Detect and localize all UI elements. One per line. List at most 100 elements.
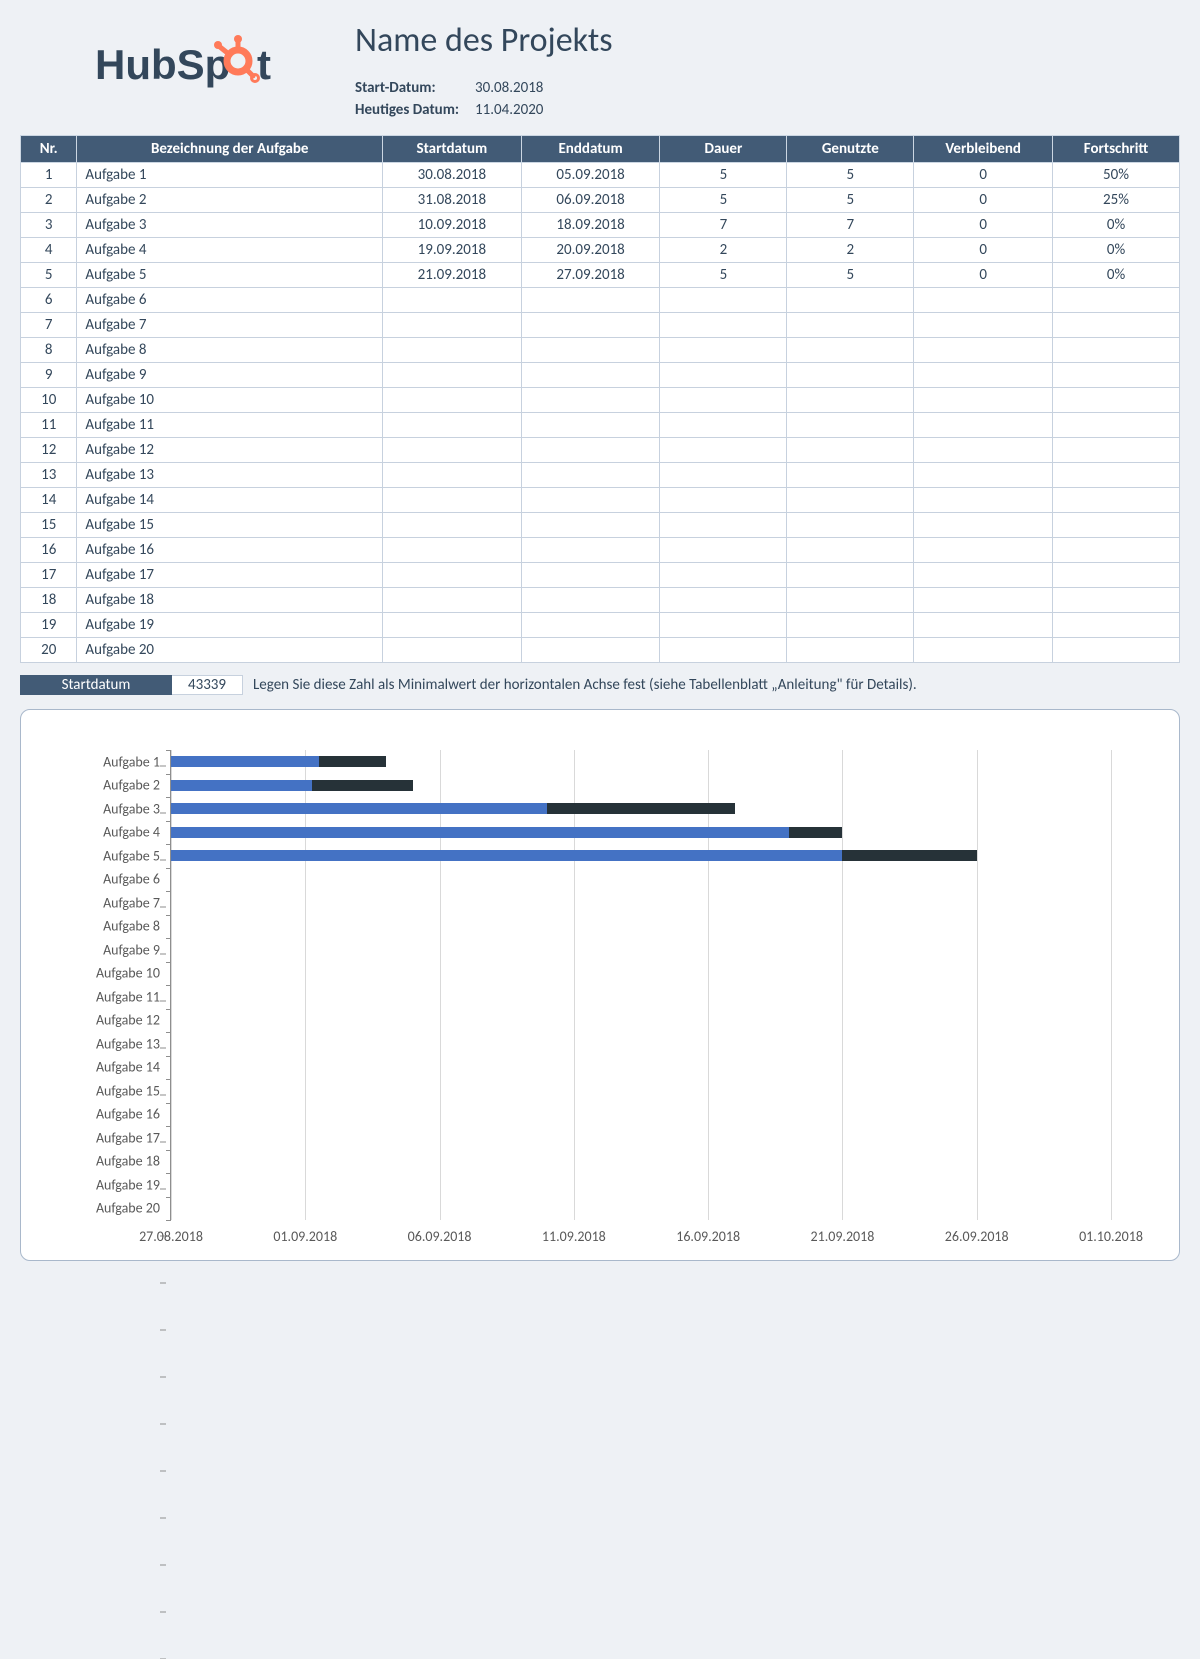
cell-rem[interactable] (914, 588, 1053, 613)
cell-prog[interactable] (1053, 588, 1180, 613)
cell-prog[interactable]: 0% (1053, 263, 1180, 288)
cell-rem[interactable] (914, 338, 1053, 363)
cell-name[interactable]: Aufgabe 2 (77, 188, 383, 213)
cell-prog[interactable] (1053, 338, 1180, 363)
cell-end[interactable] (521, 338, 660, 363)
cell-prog[interactable] (1053, 413, 1180, 438)
cell-dur[interactable]: 7 (660, 213, 787, 238)
table-row[interactable]: 20Aufgabe 20 (21, 638, 1180, 663)
cell-used[interactable]: 7 (787, 213, 914, 238)
cell-start[interactable] (383, 513, 522, 538)
cell-end[interactable] (521, 613, 660, 638)
cell-nr[interactable]: 3 (21, 213, 77, 238)
cell-start[interactable] (383, 638, 522, 663)
cell-nr[interactable]: 17 (21, 563, 77, 588)
cell-end[interactable] (521, 538, 660, 563)
cell-rem[interactable] (914, 613, 1053, 638)
cell-nr[interactable]: 14 (21, 488, 77, 513)
table-row[interactable]: 12Aufgabe 12 (21, 438, 1180, 463)
table-row[interactable]: 9Aufgabe 9 (21, 363, 1180, 388)
cell-dur[interactable] (660, 438, 787, 463)
table-row[interactable]: 17Aufgabe 17 (21, 563, 1180, 588)
cell-nr[interactable]: 5 (21, 263, 77, 288)
cell-rem[interactable] (914, 488, 1053, 513)
cell-name[interactable]: Aufgabe 6 (77, 288, 383, 313)
cell-dur[interactable] (660, 538, 787, 563)
cell-used[interactable] (787, 538, 914, 563)
cell-rem[interactable]: 0 (914, 213, 1053, 238)
table-row[interactable]: 14Aufgabe 14 (21, 488, 1180, 513)
cell-prog[interactable] (1053, 288, 1180, 313)
table-row[interactable]: 3Aufgabe 310.09.201818.09.20187700% (21, 213, 1180, 238)
cell-dur[interactable] (660, 513, 787, 538)
cell-name[interactable]: Aufgabe 17 (77, 563, 383, 588)
cell-nr[interactable]: 7 (21, 313, 77, 338)
cell-name[interactable]: Aufgabe 3 (77, 213, 383, 238)
cell-nr[interactable]: 2 (21, 188, 77, 213)
cell-start[interactable]: 30.08.2018 (383, 163, 522, 188)
cell-rem[interactable] (914, 288, 1053, 313)
cell-end[interactable] (521, 463, 660, 488)
cell-end[interactable] (521, 313, 660, 338)
cell-start[interactable]: 19.09.2018 (383, 238, 522, 263)
cell-end[interactable] (521, 488, 660, 513)
cell-name[interactable]: Aufgabe 11 (77, 413, 383, 438)
cell-end[interactable]: 20.09.2018 (521, 238, 660, 263)
cell-used[interactable] (787, 313, 914, 338)
cell-name[interactable]: Aufgabe 14 (77, 488, 383, 513)
cell-name[interactable]: Aufgabe 9 (77, 363, 383, 388)
cell-start[interactable] (383, 613, 522, 638)
cell-used[interactable] (787, 438, 914, 463)
cell-name[interactable]: Aufgabe 4 (77, 238, 383, 263)
cell-rem[interactable] (914, 563, 1053, 588)
table-row[interactable]: 19Aufgabe 19 (21, 613, 1180, 638)
cell-used[interactable]: 5 (787, 263, 914, 288)
cell-end[interactable] (521, 288, 660, 313)
cell-prog[interactable] (1053, 538, 1180, 563)
cell-start[interactable] (383, 388, 522, 413)
cell-prog[interactable] (1053, 388, 1180, 413)
cell-nr[interactable]: 11 (21, 413, 77, 438)
cell-used[interactable] (787, 563, 914, 588)
cell-rem[interactable] (914, 388, 1053, 413)
cell-used[interactable] (787, 363, 914, 388)
cell-used[interactable] (787, 288, 914, 313)
cell-nr[interactable]: 6 (21, 288, 77, 313)
cell-prog[interactable] (1053, 438, 1180, 463)
cell-prog[interactable] (1053, 513, 1180, 538)
cell-nr[interactable]: 13 (21, 463, 77, 488)
cell-prog[interactable] (1053, 613, 1180, 638)
cell-dur[interactable] (660, 288, 787, 313)
cell-dur[interactable] (660, 563, 787, 588)
cell-dur[interactable] (660, 363, 787, 388)
cell-start[interactable] (383, 338, 522, 363)
cell-rem[interactable] (914, 538, 1053, 563)
cell-end[interactable] (521, 513, 660, 538)
cell-prog[interactable] (1053, 563, 1180, 588)
table-row[interactable]: 15Aufgabe 15 (21, 513, 1180, 538)
cell-nr[interactable]: 16 (21, 538, 77, 563)
cell-start[interactable] (383, 288, 522, 313)
table-row[interactable]: 18Aufgabe 18 (21, 588, 1180, 613)
cell-end[interactable] (521, 588, 660, 613)
cell-used[interactable]: 5 (787, 163, 914, 188)
cell-dur[interactable] (660, 588, 787, 613)
cell-prog[interactable] (1053, 638, 1180, 663)
cell-dur[interactable] (660, 638, 787, 663)
cell-name[interactable]: Aufgabe 16 (77, 538, 383, 563)
cell-dur[interactable]: 5 (660, 263, 787, 288)
cell-nr[interactable]: 18 (21, 588, 77, 613)
cell-name[interactable]: Aufgabe 1 (77, 163, 383, 188)
table-row[interactable]: 5Aufgabe 521.09.201827.09.20185500% (21, 263, 1180, 288)
cell-dur[interactable]: 5 (660, 163, 787, 188)
table-row[interactable]: 8Aufgabe 8 (21, 338, 1180, 363)
cell-start[interactable] (383, 438, 522, 463)
cell-end[interactable] (521, 363, 660, 388)
cell-start[interactable]: 31.08.2018 (383, 188, 522, 213)
table-row[interactable]: 7Aufgabe 7 (21, 313, 1180, 338)
cell-dur[interactable] (660, 463, 787, 488)
cell-nr[interactable]: 4 (21, 238, 77, 263)
cell-rem[interactable] (914, 638, 1053, 663)
cell-rem[interactable] (914, 313, 1053, 338)
cell-end[interactable]: 18.09.2018 (521, 213, 660, 238)
